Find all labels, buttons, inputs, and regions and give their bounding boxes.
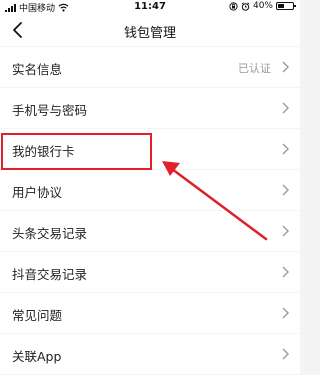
- menu-item-toutiao-records[interactable]: 头条交易记录: [0, 211, 300, 251]
- chevron-right-icon: [282, 102, 289, 114]
- menu-item-phone-password[interactable]: 手机号与密码: [0, 88, 300, 128]
- page-title: 钱包管理: [123, 26, 176, 41]
- menu-item-label: 用户协议: [12, 185, 63, 200]
- menu-item-label: 头条交易记录: [12, 226, 88, 241]
- settings-list: 实名信息 已认证 手机号与密码 我的银行卡 用户协议 头条交易记录 抖音交易记录…: [0, 47, 300, 375]
- menu-item-label: 常见问题: [12, 308, 63, 323]
- chevron-right-icon: [282, 307, 289, 319]
- menu-item-label: 手机号与密码: [12, 103, 88, 118]
- chevron-right-icon: [282, 266, 289, 278]
- menu-item-label: 关联App: [12, 349, 62, 364]
- chevron-right-icon: [282, 143, 289, 155]
- menu-item-label: 抖音交易记录: [12, 267, 88, 282]
- menu-item-faq[interactable]: 常见问题: [0, 293, 300, 333]
- chevron-right-icon: [282, 348, 289, 360]
- alarm-icon: [241, 1, 250, 11]
- menu-item-linked-apps[interactable]: 关联App: [0, 334, 300, 374]
- highlight-box: [1, 133, 152, 170]
- menu-item-user-agreement[interactable]: 用户协议: [0, 170, 300, 210]
- chevron-right-icon: [282, 61, 289, 73]
- nav-bar: 钱包管理: [0, 14, 300, 46]
- status-bar: 中国移动 11:47 40%: [0, 0, 300, 14]
- menu-item-real-name[interactable]: 实名信息 已认证: [0, 47, 300, 87]
- status-right-group: 40%: [229, 1, 296, 11]
- menu-item-label: 实名信息: [12, 62, 63, 77]
- rotation-lock-icon: [229, 1, 238, 11]
- chevron-right-icon: [282, 184, 289, 196]
- verified-status: 已认证: [238, 62, 271, 75]
- battery-icon: [276, 2, 296, 10]
- battery-percent: 40%: [252, 1, 273, 11]
- chevron-right-icon: [282, 225, 289, 237]
- menu-item-douyin-records[interactable]: 抖音交易记录: [0, 252, 300, 292]
